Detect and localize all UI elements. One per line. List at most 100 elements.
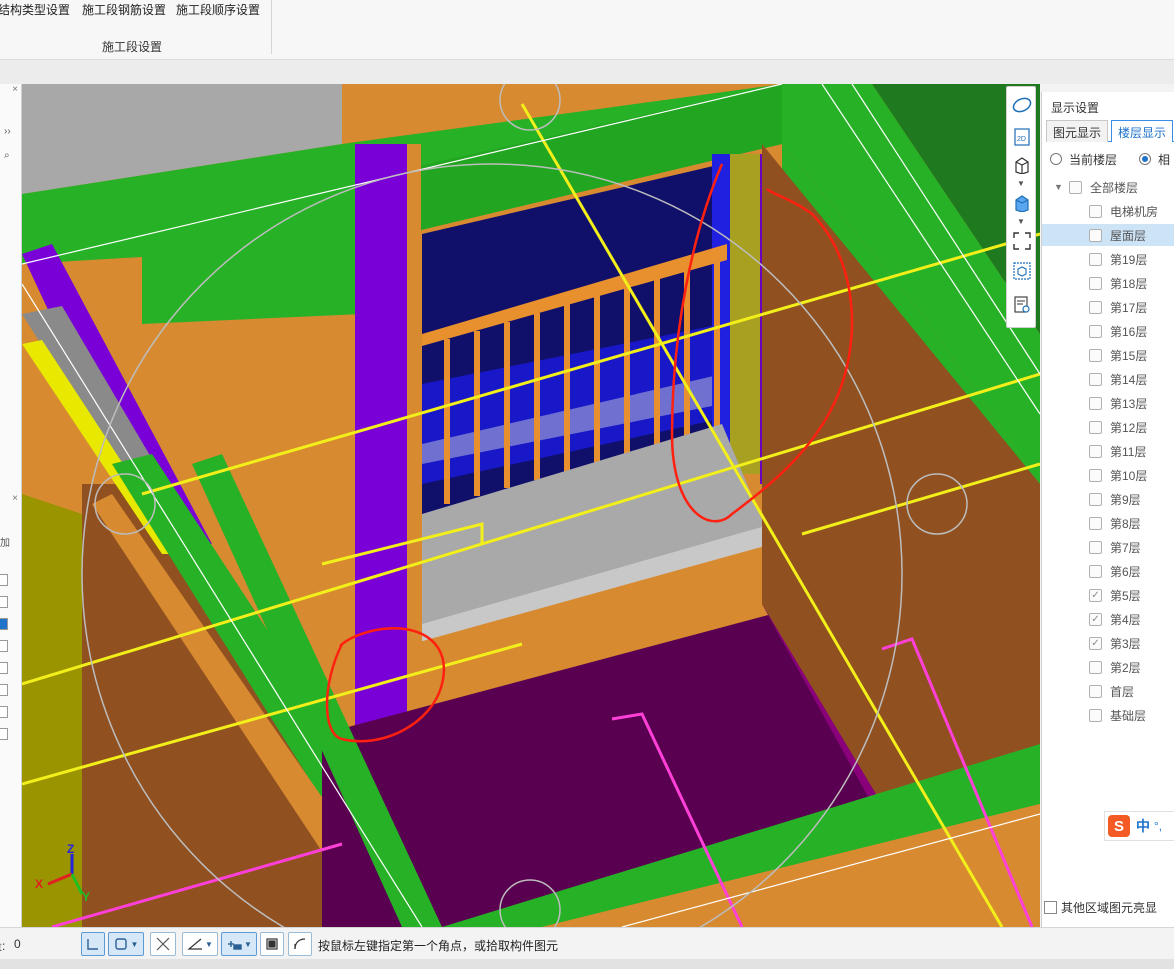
floor-item[interactable]: 基础层 [1042,704,1174,726]
floor-checkbox[interactable] [1089,708,1102,722]
floor-checkbox[interactable] [1089,564,1102,578]
rect-select-button[interactable]: ▼ [108,932,144,956]
checkbox[interactable] [1069,180,1082,194]
expand-icon[interactable]: ›› [4,126,11,137]
angle-button[interactable]: ▼ [182,932,218,956]
floor-item[interactable]: 屋面层 [1042,224,1174,246]
list-checkbox[interactable] [0,706,8,718]
layer-eye-icon[interactable] [1010,293,1034,317]
floor-item[interactable]: ✓ 第4层 [1042,608,1174,630]
tree-root-all-floors[interactable]: ▼ 全部楼层 [1042,176,1174,198]
3d-box-icon[interactable] [1010,153,1034,177]
axis-z-label: Z [67,842,75,856]
floor-checkbox[interactable] [1089,348,1102,362]
floor-checkbox[interactable] [1089,396,1102,410]
checkbox[interactable] [1044,900,1057,914]
window-bottom-edge [0,959,1174,969]
3d-viewport[interactable]: Z X Y [22,84,1040,927]
list-checkbox[interactable] [0,596,8,608]
list-checkbox[interactable] [0,574,8,586]
cross-select-button[interactable] [150,932,176,956]
chevron-down-icon[interactable]: ▼ [1054,182,1063,192]
add-label[interactable]: 加 [0,534,10,549]
floor-checkbox[interactable]: ✓ [1089,588,1102,602]
radio-icon [1050,153,1062,165]
floor-checkbox[interactable] [1089,492,1102,506]
close-icon[interactable]: × [12,493,18,504]
orbit-icon[interactable] [1010,93,1034,117]
floor-label: 第18层 [1110,276,1148,291]
floor-item[interactable]: 第2层 [1042,656,1174,678]
floor-item[interactable]: 第6层 [1042,560,1174,582]
floor-item[interactable]: 电梯机房 [1042,200,1174,222]
floor-checkbox[interactable]: ✓ [1089,612,1102,626]
floor-item[interactable]: 第17层 [1042,296,1174,318]
floor-checkbox[interactable] [1089,300,1102,314]
ribbon-separator [271,0,272,54]
floor-item[interactable]: 第16层 [1042,320,1174,342]
radio-current-floor[interactable]: 当前楼层 [1050,151,1117,167]
floor-checkbox[interactable] [1089,468,1102,482]
ribbon-group-label: 施工段设置 [102,40,163,54]
draw-arc-button[interactable] [288,932,312,956]
dropdown-arrow-icon[interactable]: ▼ [1017,179,1025,188]
display-settings-panel: 显示设置 图元显示 楼层显示 当前楼层 相 ▼ 全部楼层 电梯机房 屋面层 第19层… [1041,92,1174,927]
status-value: 0 [14,937,21,951]
ime-indicator[interactable]: S 中 °, [1104,811,1174,841]
floor-item[interactable]: 第18层 [1042,272,1174,294]
floor-item[interactable]: 第19层 [1042,248,1174,270]
list-checkbox[interactable] [0,618,8,630]
status-label: 量: [0,939,6,953]
ribbon: 结构类型设置 施工段钢筋设置 施工段顺序设置 施工段设置 [0,0,1174,60]
floor-item[interactable]: 第8层 [1042,512,1174,534]
floor-checkbox[interactable] [1089,252,1102,266]
floor-item[interactable]: 第12层 [1042,416,1174,438]
list-checkbox[interactable] [0,728,8,740]
dropdown-arrow-icon[interactable]: ▼ [1017,217,1025,226]
floor-item[interactable]: 首层 [1042,680,1174,702]
floor-item[interactable]: ✓ 第5层 [1042,584,1174,606]
ime-mode: 中 [1136,818,1150,834]
floor-checkbox[interactable] [1089,324,1102,338]
stage-order-settings-button[interactable]: 施工段顺序设置 [176,1,260,18]
floor-checkbox[interactable] [1089,228,1102,242]
3d-model-scene [22,84,1040,927]
stage-rebar-settings-button[interactable]: 施工段钢筋设置 [82,1,166,18]
floor-checkbox[interactable] [1089,660,1102,674]
floor-item[interactable]: 第7层 [1042,536,1174,558]
panel-tabs: 图元显示 楼层显示 [1046,120,1174,142]
floor-checkbox[interactable] [1089,420,1102,434]
close-icon[interactable]: × [12,84,18,95]
floor-checkbox[interactable] [1089,684,1102,698]
floor-item[interactable]: 第13层 [1042,392,1174,414]
3d-box-blue-icon[interactable] [1010,191,1034,215]
display-element-button[interactable] [260,932,284,956]
other-area-highlight-toggle[interactable]: 其他区域图元亮显 [1044,896,1157,918]
iso-view-icon[interactable] [1010,259,1034,283]
floor-item[interactable]: 第9层 [1042,488,1174,510]
floor-checkbox[interactable]: ✓ [1089,636,1102,650]
floor-item[interactable]: 第15层 [1042,344,1174,366]
floor-checkbox[interactable] [1089,516,1102,530]
2d-view-icon[interactable]: 2D [1010,125,1034,149]
floor-checkbox[interactable] [1089,540,1102,554]
floor-item[interactable]: 第14层 [1042,368,1174,390]
ortho-snap-button[interactable] [81,932,105,956]
floor-checkbox[interactable] [1089,372,1102,386]
floor-checkbox[interactable] [1089,204,1102,218]
structure-type-settings-button[interactable]: 结构类型设置 [0,1,70,18]
floor-item[interactable]: 第11层 [1042,440,1174,462]
floor-checkbox[interactable] [1089,444,1102,458]
radio-related-floor[interactable]: 相 [1139,151,1170,167]
floor-checkbox[interactable] [1089,276,1102,290]
list-checkbox[interactable] [0,684,8,696]
floor-item[interactable]: 第10层 [1042,464,1174,486]
tab-floor-display[interactable]: 楼层显示 [1111,120,1174,142]
snap-mode-button[interactable]: ▼ [221,932,257,956]
tab-element-display[interactable]: 图元显示 [1046,120,1109,142]
list-checkbox[interactable] [0,640,8,652]
list-checkbox[interactable] [0,662,8,674]
fit-view-icon[interactable] [1010,229,1034,253]
search-icon[interactable]: ⌕ [4,150,10,161]
floor-item[interactable]: ✓ 第3层 [1042,632,1174,654]
